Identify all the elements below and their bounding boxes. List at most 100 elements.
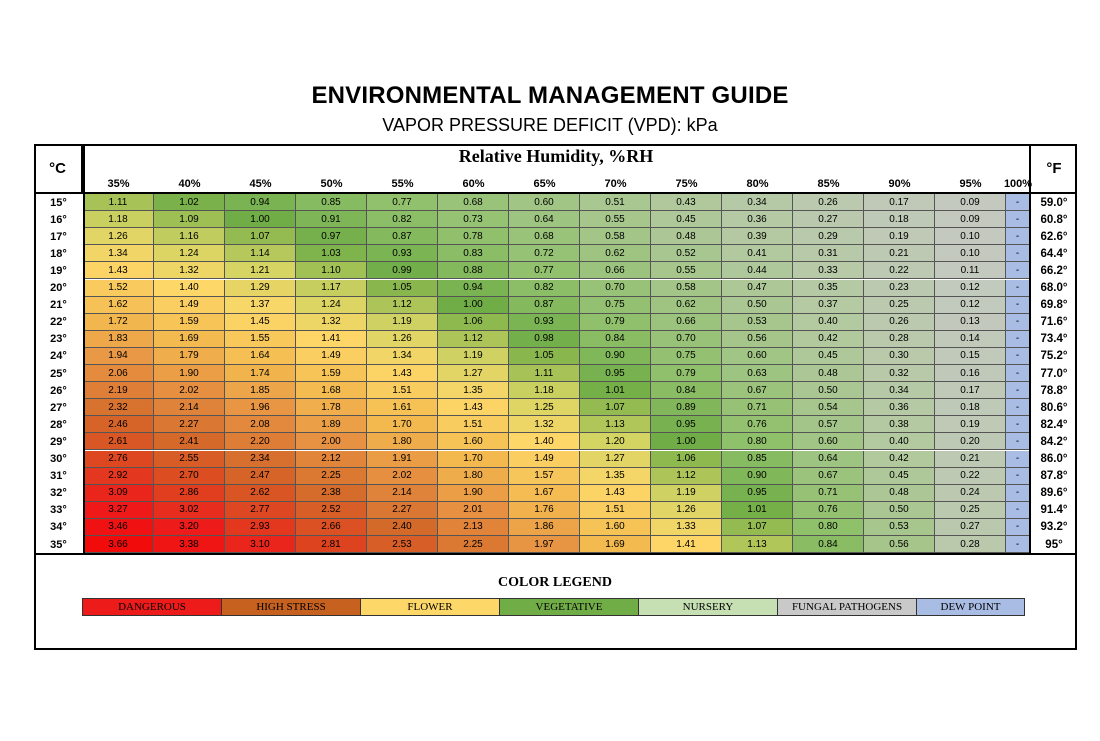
vpd-cell: 1.79 bbox=[154, 347, 225, 365]
vpd-cell: 2.14 bbox=[367, 484, 438, 502]
vpd-cell: 0.77 bbox=[367, 194, 438, 212]
fahrenheit-row-label: 59.0° bbox=[1040, 196, 1068, 209]
vpd-cell: - bbox=[1006, 194, 1030, 212]
vpd-cell: 0.93 bbox=[509, 313, 580, 331]
vpd-cell: 1.11 bbox=[509, 365, 580, 383]
vpd-cell: 1.19 bbox=[367, 313, 438, 331]
vpd-cell: 0.84 bbox=[793, 536, 864, 554]
vpd-cell: 0.75 bbox=[580, 296, 651, 314]
rh-column-header: 75% bbox=[675, 177, 698, 190]
color-legend: DANGEROUS HIGH STRESS FLOWER VEGETATIVE NURS… bbox=[82, 598, 1025, 616]
vpd-cell: 1.05 bbox=[509, 347, 580, 365]
vpd-cell: 1.67 bbox=[509, 484, 580, 502]
vpd-cell: 0.40 bbox=[864, 433, 935, 451]
vpd-cell: 1.83 bbox=[83, 330, 154, 348]
vpd-cell: 1.90 bbox=[438, 484, 509, 502]
vpd-cell: - bbox=[1006, 433, 1030, 451]
vpd-cell: 0.90 bbox=[722, 467, 793, 485]
celsius-row-label: 22° bbox=[50, 316, 67, 329]
vpd-cell: 2.02 bbox=[367, 467, 438, 485]
vpd-cell: 0.95 bbox=[722, 484, 793, 502]
page-title: ENVIRONMENTAL MANAGEMENT GUIDE bbox=[311, 82, 789, 109]
vpd-cell: 0.73 bbox=[438, 211, 509, 229]
legend-item: FLOWER bbox=[361, 599, 500, 615]
vpd-cell: 2.13 bbox=[438, 518, 509, 536]
fahrenheit-row-label: 73.4° bbox=[1040, 333, 1068, 346]
vpd-cell: 0.53 bbox=[722, 313, 793, 331]
vpd-cell: 2.06 bbox=[83, 365, 154, 383]
vpd-cell: 0.17 bbox=[935, 382, 1006, 400]
vpd-cell: 0.53 bbox=[864, 518, 935, 536]
vpd-cell: 1.86 bbox=[509, 518, 580, 536]
vpd-cell: 0.35 bbox=[793, 279, 864, 297]
vpd-cell: 2.12 bbox=[296, 450, 367, 468]
vpd-cell: 2.32 bbox=[83, 399, 154, 417]
vpd-cell: 2.92 bbox=[83, 467, 154, 485]
rh-column-header: 95% bbox=[959, 177, 982, 190]
vpd-cell: 0.42 bbox=[864, 450, 935, 468]
celsius-row-label: 19° bbox=[50, 264, 67, 277]
vpd-cell: 3.09 bbox=[83, 484, 154, 502]
vpd-cell: 1.35 bbox=[580, 467, 651, 485]
vpd-cell: 0.75 bbox=[651, 347, 722, 365]
vpd-cell: 1.19 bbox=[438, 347, 509, 365]
vpd-cell: - bbox=[1006, 279, 1030, 297]
celsius-row-label: 24° bbox=[50, 350, 67, 363]
fahrenheit-row-label: 77.0° bbox=[1040, 367, 1068, 380]
vpd-cell: 1.78 bbox=[296, 399, 367, 417]
vpd-cell: 0.34 bbox=[864, 382, 935, 400]
vpd-cell: 0.27 bbox=[935, 518, 1006, 536]
celsius-row-label: 27° bbox=[50, 401, 67, 414]
fahrenheit-row-label: 89.6° bbox=[1040, 487, 1068, 500]
fahrenheit-row-label: 93.2° bbox=[1040, 521, 1068, 534]
vpd-cell: 1.62 bbox=[83, 296, 154, 314]
vpd-cell: 0.80 bbox=[722, 433, 793, 451]
vpd-cell: 1.91 bbox=[367, 450, 438, 468]
right-divider bbox=[1029, 144, 1031, 554]
vpd-cell: 1.00 bbox=[225, 211, 296, 229]
vpd-cell: 0.28 bbox=[864, 330, 935, 348]
vpd-cell: 3.20 bbox=[154, 518, 225, 536]
vpd-cell: 0.58 bbox=[651, 279, 722, 297]
vpd-cell: 1.68 bbox=[296, 382, 367, 400]
vpd-cell: 1.57 bbox=[509, 467, 580, 485]
vpd-cell: 3.66 bbox=[83, 536, 154, 554]
vpd-cell: 2.81 bbox=[296, 536, 367, 554]
vpd-cell: 0.66 bbox=[580, 262, 651, 280]
vpd-cell: 0.79 bbox=[651, 365, 722, 383]
vpd-cell: 1.43 bbox=[580, 484, 651, 502]
vpd-cell: 1.14 bbox=[225, 245, 296, 263]
rh-column-header: 55% bbox=[391, 177, 414, 190]
vpd-cell: 1.34 bbox=[367, 347, 438, 365]
vpd-cell: 1.07 bbox=[225, 228, 296, 246]
relative-humidity-title: Relative Humidity, %RH bbox=[458, 146, 654, 166]
vpd-cell: - bbox=[1006, 211, 1030, 229]
vpd-cell: 0.51 bbox=[580, 194, 651, 212]
vpd-cell: 0.60 bbox=[793, 433, 864, 451]
vpd-cell: 1.37 bbox=[225, 296, 296, 314]
vpd-cell: 1.32 bbox=[296, 313, 367, 331]
vpd-cell: 1.17 bbox=[296, 279, 367, 297]
vpd-cell: 0.30 bbox=[864, 347, 935, 365]
vpd-cell: 0.17 bbox=[864, 194, 935, 212]
celsius-row-label: 16° bbox=[50, 213, 67, 226]
vpd-cell: 1.80 bbox=[438, 467, 509, 485]
celsius-row-label: 28° bbox=[50, 418, 67, 431]
vpd-cell: - bbox=[1006, 536, 1030, 554]
vpd-cell: 1.43 bbox=[83, 262, 154, 280]
celsius-row-label: 15° bbox=[50, 196, 67, 209]
vpd-cell: 0.84 bbox=[651, 382, 722, 400]
fahrenheit-row-label: 64.4° bbox=[1040, 247, 1068, 260]
vpd-cell: 1.13 bbox=[722, 536, 793, 554]
fahrenheit-row-label: 60.8° bbox=[1040, 213, 1068, 226]
vpd-cell: 1.07 bbox=[722, 518, 793, 536]
vpd-cell: 0.25 bbox=[864, 296, 935, 314]
vpd-cell: 1.61 bbox=[367, 399, 438, 417]
vpd-cell: 0.99 bbox=[367, 262, 438, 280]
fahrenheit-row-label: 71.6° bbox=[1040, 316, 1068, 329]
vpd-cell: 0.94 bbox=[225, 194, 296, 212]
vpd-cell: 0.19 bbox=[864, 228, 935, 246]
fahrenheit-row-label: 68.0° bbox=[1040, 282, 1068, 295]
vpd-cell: 0.95 bbox=[580, 365, 651, 383]
vpd-cell: 1.01 bbox=[722, 501, 793, 519]
